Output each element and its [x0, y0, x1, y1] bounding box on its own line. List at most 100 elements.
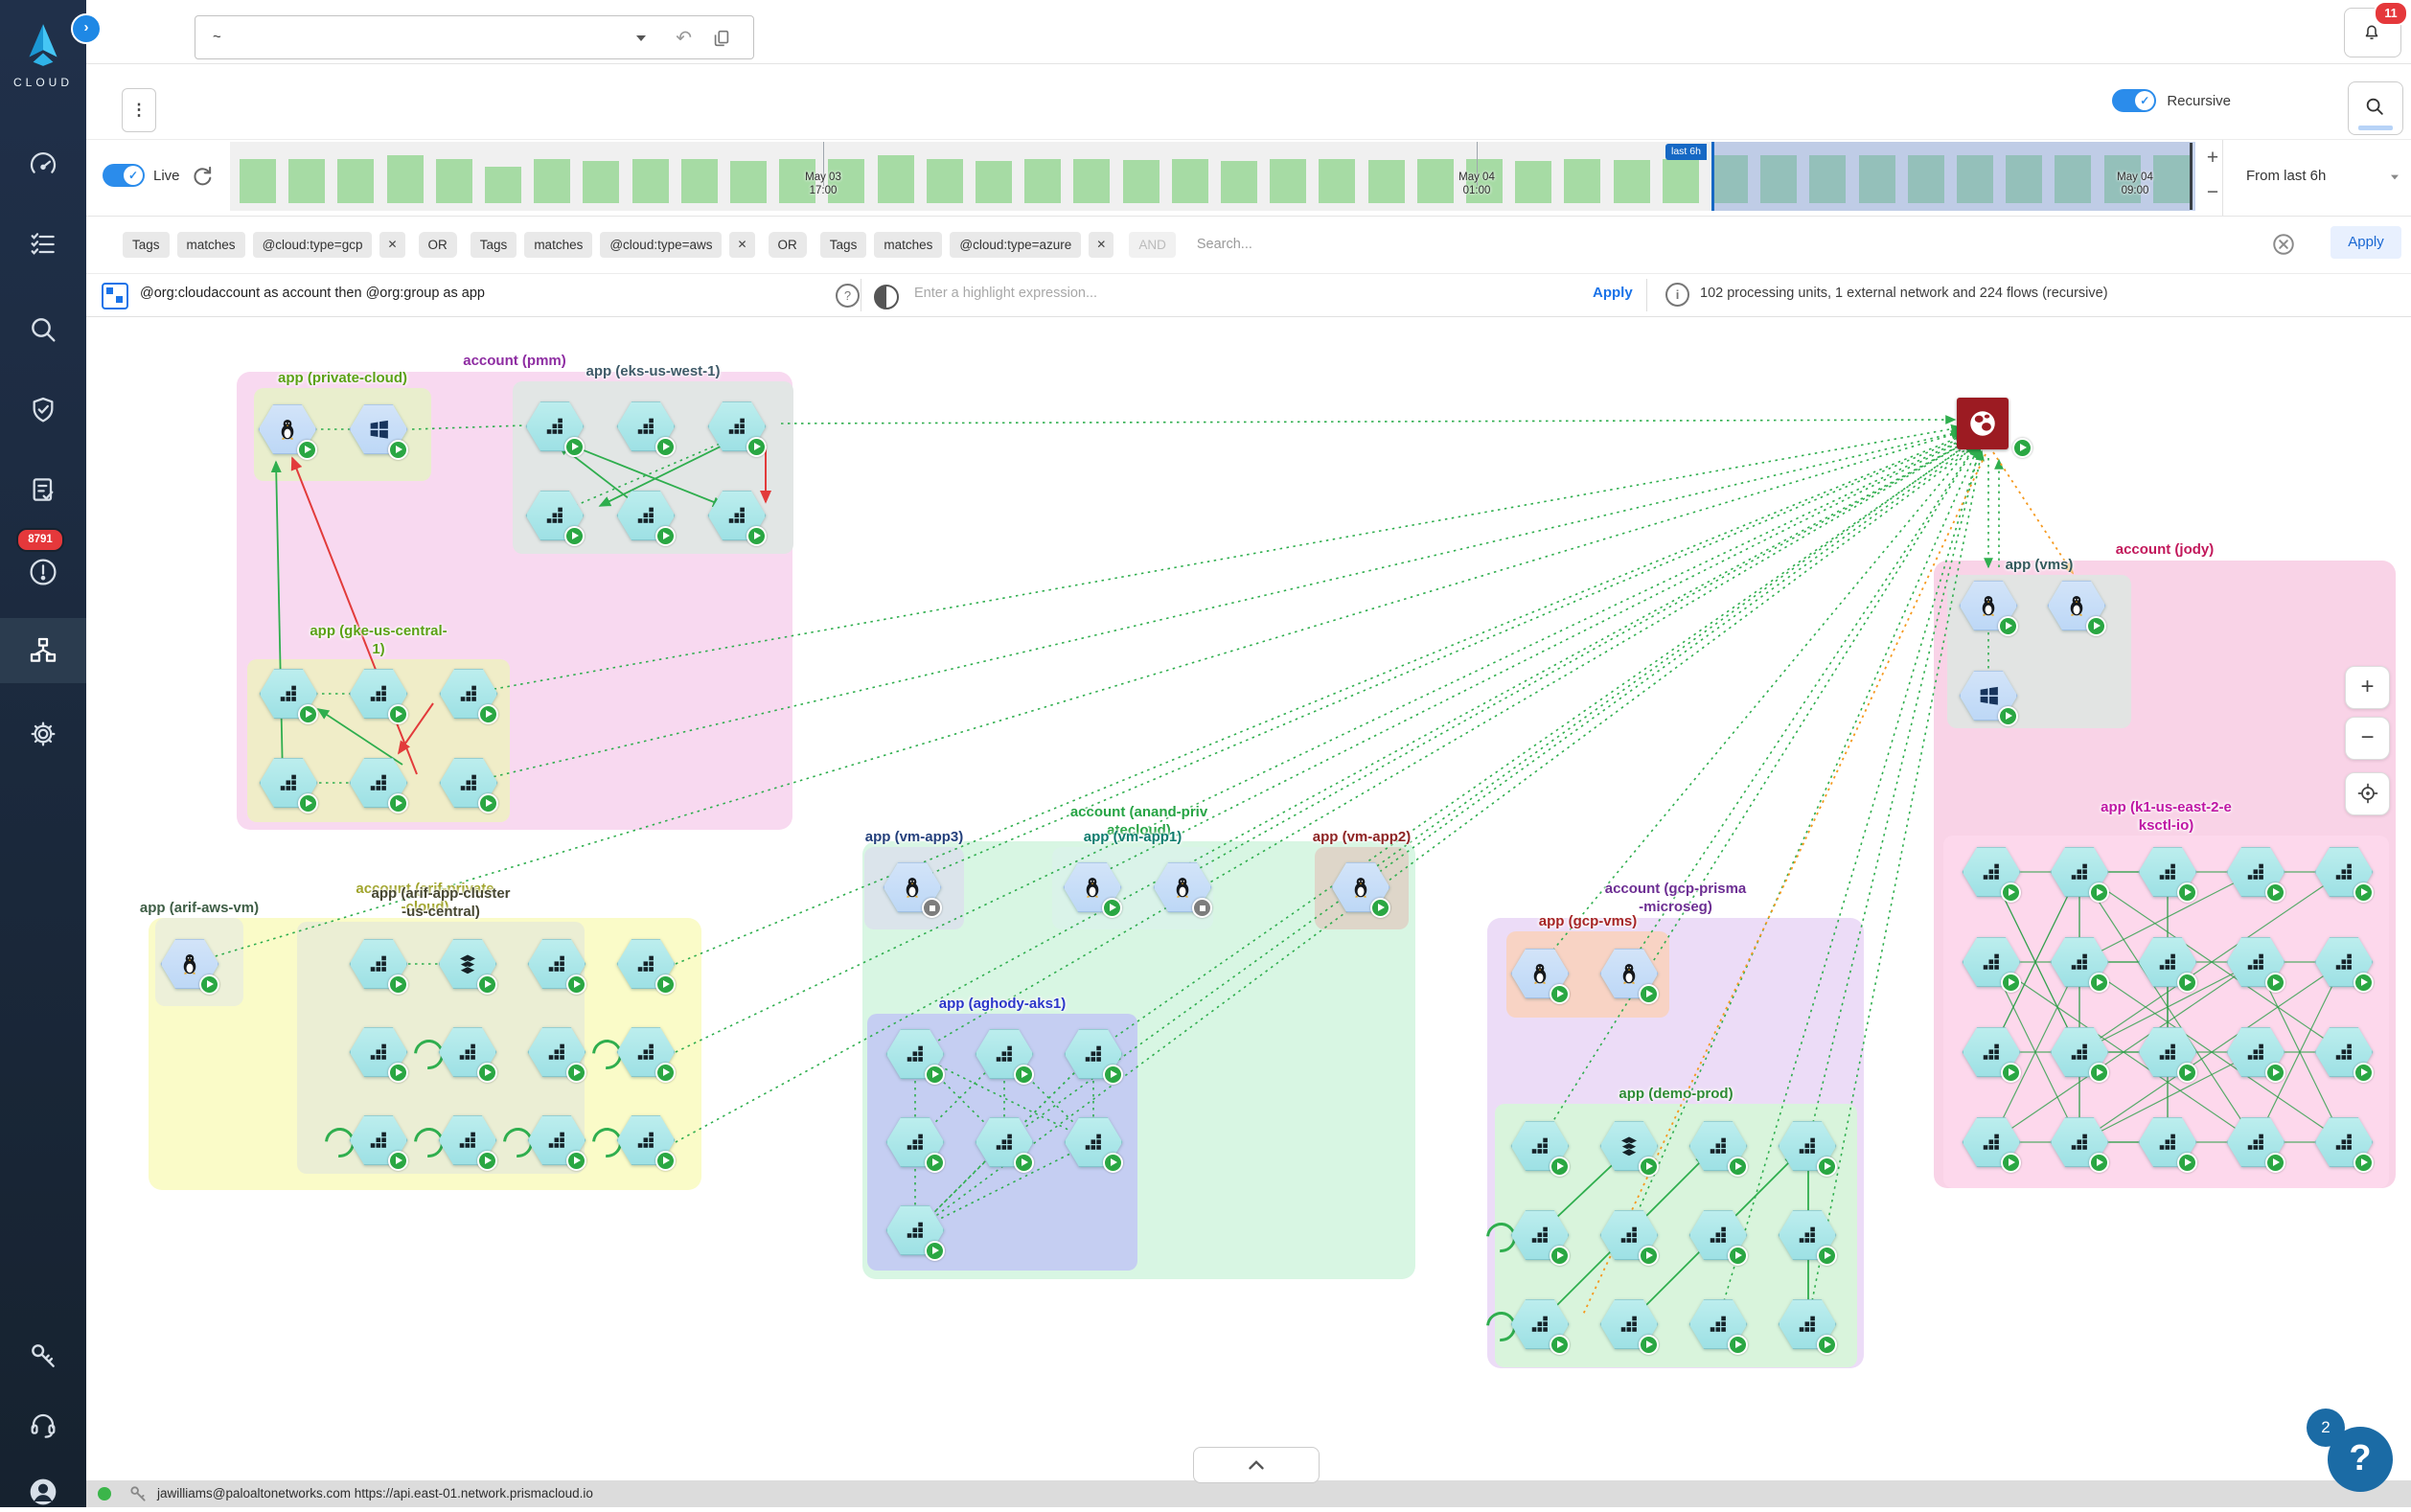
play-badge [2089, 1063, 2109, 1083]
group-label: app (vm-app1) [1084, 828, 1183, 846]
play-badge [2086, 616, 2106, 636]
timeline-date-label: May 0401:00 [1458, 171, 1495, 197]
sidebar-item-profile[interactable] [28, 1477, 58, 1507]
remove-filter-icon[interactable]: ✕ [729, 232, 754, 258]
timeline-histogram[interactable]: May 0317:00May 0401:00May 0409:00last 6h [230, 142, 2190, 211]
sidebar-item-reports[interactable] [28, 474, 58, 505]
timeline-bar [1614, 160, 1650, 203]
filter-joiner-chip[interactable]: OR [419, 232, 457, 258]
refresh-button[interactable] [190, 163, 215, 193]
timeline-bar [1564, 159, 1600, 203]
sidebar-item-alerts[interactable] [28, 557, 58, 587]
timeline-bar [878, 155, 914, 203]
key-icon [28, 1340, 58, 1371]
highlight-toggle[interactable] [874, 285, 899, 309]
help-icon[interactable]: ? [836, 284, 860, 308]
play-badge [2177, 973, 2197, 993]
sidebar-item-settings[interactable] [28, 719, 58, 749]
filter-chip[interactable]: matches [524, 232, 592, 258]
timeline-bar [485, 167, 521, 203]
info-icon: i [1665, 283, 1689, 307]
status-endpoint-text: jawilliams@paloaltonetworks.com https://… [157, 1486, 593, 1501]
status-bar: jawilliams@paloaltonetworks.com https://… [86, 1480, 2411, 1507]
play-badge [478, 793, 498, 813]
time-range-select[interactable]: From last 6h [2222, 140, 2411, 216]
sidebar-item-search[interactable] [28, 314, 58, 345]
expand-panel-button[interactable] [1193, 1447, 1320, 1483]
play-badge [1014, 1153, 1034, 1173]
clear-filter-icon[interactable] [2271, 232, 2296, 262]
copy-icon[interactable] [711, 27, 732, 55]
view-selector-combobox[interactable]: ~ ↶ [195, 15, 754, 59]
sidebar-item-compliance[interactable] [28, 395, 58, 425]
graph-search-button[interactable] [2348, 81, 2403, 135]
group-label: app (gke-us-central-1) [310, 622, 447, 658]
chevron-down-icon [636, 35, 646, 41]
filter-bar: Tagsmatches@cloud:type=gcp✕ORTagsmatches… [86, 217, 2411, 274]
map-zoom-in-button[interactable]: + [2345, 666, 2390, 709]
play-badge [2177, 1153, 2197, 1173]
graph-stats-text: 102 processing units, 1 external network… [1700, 286, 2108, 301]
play-badge [2177, 882, 2197, 903]
sidebar-item-network-topology[interactable] [28, 635, 58, 666]
selection-end-handle[interactable] [2190, 143, 2193, 210]
play-badge [1550, 1157, 1570, 1177]
play-badge [655, 1151, 676, 1171]
sidebar-item-support[interactable] [28, 1409, 58, 1440]
play-badge [388, 793, 408, 813]
group-label: app (gcp-vms) [1539, 912, 1638, 930]
help-button[interactable]: ? [2328, 1427, 2393, 1492]
timeline-row: ✓ Live May 0317:00May 0401:00May 0409:00… [86, 140, 2411, 217]
play-badge [1103, 1153, 1123, 1173]
timeline-bar [1073, 159, 1110, 203]
filter-chip[interactable]: Tags [820, 232, 867, 258]
sidebar-item-policies[interactable] [28, 229, 58, 260]
filter-value-chip[interactable]: @cloud:type=azure [950, 232, 1081, 258]
sidebar-item-dashboard[interactable] [28, 150, 58, 181]
play-badge [2177, 1063, 2197, 1083]
play-badge [1728, 1246, 1748, 1266]
filter-value-chip[interactable]: @cloud:type=aws [600, 232, 722, 258]
alert-icon [28, 557, 58, 587]
group-by-icon [102, 283, 128, 309]
play-badge [478, 704, 498, 724]
play-badge [1639, 984, 1659, 1004]
sidebar-expand-button[interactable]: › [71, 13, 102, 44]
internet-node[interactable] [1957, 398, 2009, 449]
highlight-expression-input[interactable]: Enter a highlight expression... [914, 286, 1097, 301]
filter-chip[interactable]: matches [177, 232, 245, 258]
filter-joiner-chip[interactable]: OR [769, 232, 807, 258]
play-badge [1817, 1246, 1837, 1266]
map-center-button[interactable] [2345, 772, 2390, 815]
filter-chip[interactable]: matches [874, 232, 942, 258]
notifications-button[interactable]: 11 [2344, 8, 2401, 57]
play-badge [1817, 1335, 1837, 1355]
remove-filter-icon[interactable]: ✕ [379, 232, 404, 258]
filter-chip[interactable]: Tags [123, 232, 170, 258]
filter-chips[interactable]: Tagsmatches@cloud:type=gcp✕ORTagsmatches… [123, 230, 1252, 259]
recursive-toggle[interactable]: ✓ [2112, 89, 2156, 112]
timeline-bar [1221, 161, 1257, 203]
checklist-icon [28, 229, 58, 260]
timeline-bar [1024, 159, 1061, 203]
map-zoom-out-button[interactable]: − [2345, 717, 2390, 760]
filter-search-input[interactable]: Search... [1197, 237, 1252, 252]
filter-apply-button[interactable]: Apply [2331, 226, 2401, 259]
group-label: app (k1-us-east-2-eksctl-io) [2101, 798, 2232, 835]
key-icon [128, 1484, 148, 1508]
sidebar-item-credentials[interactable] [28, 1340, 58, 1371]
highlight-apply-button[interactable]: Apply [1593, 285, 1633, 301]
live-toggle[interactable]: ✓ [103, 164, 145, 187]
play-badge [2265, 1063, 2285, 1083]
more-options-button[interactable]: ⋮ [122, 88, 156, 132]
filter-chip[interactable]: Tags [471, 232, 517, 258]
topology-canvas[interactable]: account (pmm)app (private-cloud)app (eks… [0, 316, 2411, 1480]
remove-filter-icon[interactable]: ✕ [1089, 232, 1114, 258]
play-badge [2089, 882, 2109, 903]
dashboard-icon [28, 150, 58, 181]
undo-icon[interactable]: ↶ [676, 26, 692, 50]
crosshair-icon [2356, 782, 2379, 805]
group-by-expression[interactable]: @org:cloudaccount as account then @org:g… [140, 286, 485, 301]
filter-value-chip[interactable]: @cloud:type=gcp [253, 232, 373, 258]
play-badge [1370, 898, 1390, 918]
